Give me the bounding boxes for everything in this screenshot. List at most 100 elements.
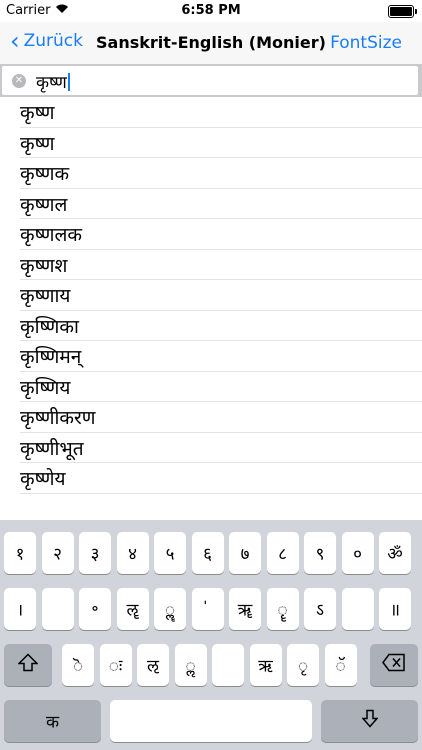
list-item-label: कृष्णिका [20, 315, 79, 338]
return-key[interactable] [321, 700, 418, 742]
list-item[interactable]: कृष्णक [20, 158, 422, 189]
text-caret [67, 73, 70, 91]
return-icon [321, 709, 418, 733]
key-label: ृ [297, 656, 309, 677]
key[interactable]: १ [4, 532, 36, 574]
key[interactable]: ५ [154, 532, 186, 574]
key-label: ८ [278, 544, 287, 565]
list-item[interactable]: कृष्णश [20, 250, 422, 280]
clock: 6:58 PM [181, 3, 241, 18]
key-label: ॄ [277, 600, 288, 621]
list-item[interactable]: कृष्ण [20, 97, 422, 128]
key-label: ॢ [185, 656, 196, 677]
results-list: कृष्ण कृष्ण कृष्णक कृष्णल कृष्णलक कृष्णश कृष्ण… [0, 97, 422, 494]
list-item-label: कृष्णीभूत [20, 437, 84, 460]
key[interactable]: ॡ [116, 588, 149, 630]
key[interactable]: ८ [266, 532, 299, 574]
key[interactable]: । [4, 588, 36, 630]
key-label: क [45, 712, 60, 733]
key[interactable] [212, 644, 244, 686]
key[interactable]: ४ [116, 532, 149, 574]
list-item-label: कृष्ण [20, 132, 55, 155]
key[interactable]: ७ [229, 532, 261, 574]
list-item[interactable]: कृष्णाय [20, 280, 422, 311]
key-label: २ [53, 544, 62, 565]
key-label: ९ [315, 544, 325, 565]
key[interactable]: ॰ [79, 588, 111, 630]
key[interactable]: ॥ [379, 588, 411, 630]
font-size-button[interactable]: FontSize [330, 33, 402, 53]
delete-key[interactable] [370, 644, 418, 686]
search-bar: ✕ कृष्ण [0, 64, 422, 97]
list-item[interactable]: कृष्णीभूत [20, 433, 422, 463]
chevron-left-icon: ‹ [10, 27, 20, 55]
key[interactable] [41, 588, 74, 630]
key[interactable]: ऌ [137, 644, 169, 686]
back-label: Zurück [23, 31, 83, 51]
key-label: ऋ [258, 656, 273, 677]
key-label: ॠ [237, 600, 253, 621]
key[interactable] [341, 588, 374, 630]
key[interactable]: ृ [287, 644, 319, 686]
key[interactable]: ॢ [174, 644, 207, 686]
key[interactable]: ॠ [229, 588, 261, 630]
key[interactable]: ॆ [62, 644, 94, 686]
list-item-label: कृष्णिमन् [20, 346, 82, 368]
shift-icon [4, 653, 52, 677]
key-label: ५ [165, 544, 175, 565]
key[interactable]: ॑ [191, 588, 224, 630]
list-item[interactable]: कृष्णलक [20, 219, 422, 250]
search-value: कृष्ण [36, 73, 67, 93]
key-label: ॣ [164, 600, 176, 621]
list-item-label: कृष्णलक [20, 224, 82, 246]
key[interactable]: ६ [191, 532, 224, 574]
key-label: ३ [90, 544, 100, 565]
key-label: १ [15, 544, 25, 565]
key-label: ऽ [316, 600, 324, 621]
list-item[interactable]: कृष्णीकरण [20, 402, 422, 433]
delete-icon [370, 653, 418, 677]
list-item-label: कृष्ण [20, 102, 55, 124]
key[interactable]: ॣ [154, 588, 186, 630]
key[interactable]: ० [341, 532, 374, 574]
list-item-label: कृष्णाय [20, 285, 71, 307]
keyboard: १ २ ३ ४ ५ ६ ७ ८ ९ ० ॐ । ॰ ॡॣ॑ ॠॄ ऽ ॥ॆः ऌॢ ऋृॅ क [0, 520, 422, 750]
key[interactable]: २ [41, 532, 74, 574]
list-item[interactable]: कृष्णिमन् [20, 341, 422, 372]
key[interactable]: ॅ [324, 644, 357, 686]
key[interactable]: ३ [79, 532, 111, 574]
back-button[interactable]: ‹ Zurück [10, 27, 83, 55]
space-key[interactable] [110, 700, 312, 742]
list-item-label: कृष्णश [20, 254, 68, 277]
list-item[interactable]: कृष्णल [20, 189, 422, 219]
list-item[interactable]: कृष्णेय [20, 463, 422, 494]
key-label: ॥ [389, 600, 401, 621]
key[interactable]: ऋ [249, 644, 282, 686]
clear-icon[interactable]: ✕ [12, 74, 26, 88]
list-item[interactable]: कृष्ण [20, 128, 422, 158]
key-label: ॐ [387, 544, 403, 565]
key[interactable]: ॐ [379, 532, 411, 574]
list-item[interactable]: कृष्णिय [20, 372, 422, 402]
list-item[interactable]: कृष्णिका [20, 311, 422, 341]
key[interactable]: ऽ [304, 588, 336, 630]
key-label: ॡ [126, 600, 139, 621]
list-item-label: कृष्णिय [20, 376, 71, 399]
list-item-label: कृष्णीकरण [20, 407, 96, 429]
list-item-label: कृष्णल [20, 193, 68, 216]
key-label: ऌ [147, 656, 159, 677]
key[interactable]: ः [99, 644, 132, 686]
key-label: ॑ [192, 598, 224, 621]
search-input[interactable]: ✕ कृष्ण [2, 66, 418, 95]
shift-key[interactable] [4, 644, 52, 686]
key-label: ७ [240, 544, 250, 565]
key-label: ४ [128, 544, 137, 565]
list-item-label: कृष्णेय [20, 468, 66, 490]
key-label: ६ [203, 544, 212, 565]
key-label: ः [108, 656, 123, 677]
key[interactable]: ॄ [266, 588, 299, 630]
key-label: ॆ [72, 656, 84, 677]
battery-fill [390, 7, 412, 16]
key[interactable]: ९ [304, 532, 336, 574]
key[interactable]: क [4, 700, 101, 742]
